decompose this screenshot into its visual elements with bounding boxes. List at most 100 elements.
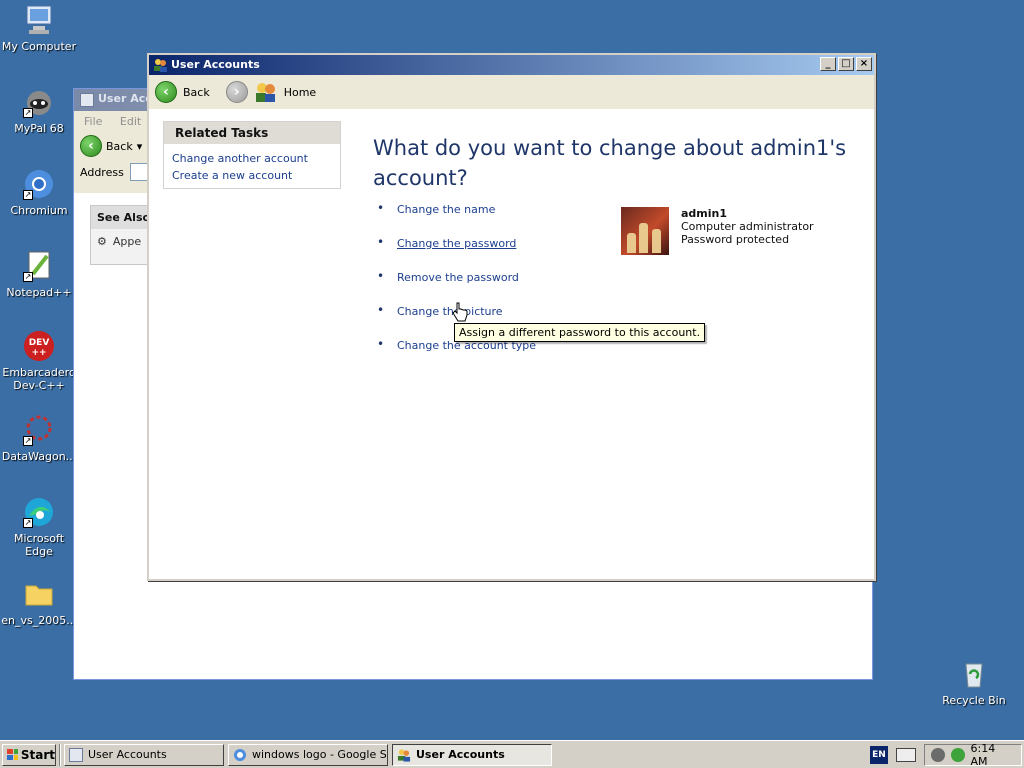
taskbar-item-google-search[interactable]: windows logo - Google S...	[228, 743, 388, 766]
notepad-plus-plus-icon: ↗	[23, 250, 55, 282]
start-button[interactable]: Start	[2, 743, 56, 766]
desktop-icon-label: Embarcadero Dev-C++	[2, 366, 76, 392]
desktop-icon-label: Chromium	[10, 204, 68, 217]
desktop-icon-datawagon[interactable]: ↗ DataWagon...	[0, 414, 78, 463]
account-name: admin1	[681, 207, 728, 220]
desktop-icon-vs2005[interactable]: en_vs_2005...	[0, 578, 78, 627]
desktop-icon-notepadpp[interactable]: ↗ Notepad++	[0, 250, 78, 299]
taskbar-item-user-accounts-2[interactable]: User Accounts	[392, 743, 552, 766]
shortcut-arrow-icon: ↗	[23, 436, 33, 446]
desktop-icon-edge[interactable]: ↗ Microsoft Edge	[0, 496, 78, 558]
close-button[interactable]: ×	[856, 57, 872, 71]
notification-area: EN 6:14 AM	[870, 742, 1022, 768]
window-titlebar[interactable]: User Accounts _ □ ×	[149, 55, 874, 75]
account-type: Computer administrator	[681, 220, 814, 233]
account-info: admin1 Computer administrator Password p…	[681, 207, 814, 255]
bullet-icon: •	[377, 269, 385, 283]
list-item: • Change the account type	[377, 337, 536, 373]
hand-cursor-icon	[452, 302, 468, 322]
datawagon-icon: ↗	[23, 414, 55, 446]
dropdown-arrow-icon[interactable]: ▾	[137, 140, 143, 153]
list-item: • Change the password	[377, 235, 536, 271]
shortcut-arrow-icon: ↗	[23, 190, 33, 200]
taskbar-item-label: User Accounts	[416, 748, 505, 761]
taskbar-item-user-accounts-1[interactable]: User Accounts	[64, 743, 224, 766]
window-controls: _ □ ×	[820, 57, 872, 71]
see-also-item-label: Appe	[112, 235, 142, 248]
options-list: • Change the name • Change the password • R…	[377, 201, 536, 373]
devcpp-icon: DEV ++	[23, 330, 55, 362]
window-title: User Accounts	[171, 58, 260, 71]
maximize-button[interactable]: □	[838, 57, 854, 71]
shortcut-arrow-icon: ↗	[23, 518, 33, 528]
list-item: • Remove the password	[377, 269, 536, 305]
menu-edit[interactable]: Edit	[120, 115, 141, 128]
back-button[interactable]: Back	[183, 86, 210, 99]
back-arrow-icon[interactable]: ‹	[80, 135, 102, 157]
list-item: • Change the name	[377, 201, 536, 237]
tooltip: Assign a different password to this acco…	[454, 323, 706, 342]
folder-icon	[23, 578, 55, 610]
related-tasks-title: Related Tasks	[164, 122, 340, 144]
desktop-icon-my-computer[interactable]: My Computer	[0, 4, 78, 53]
change-picture-link[interactable]: Change the picture	[397, 305, 503, 318]
home-button[interactable]: Home	[284, 86, 316, 99]
taskbar-item-label: User Accounts	[88, 748, 167, 761]
minimize-button[interactable]: _	[820, 57, 836, 71]
chromium-icon: ↗	[23, 168, 55, 200]
bullet-icon: •	[377, 201, 385, 215]
desktop-icon-label: Recycle Bin	[942, 694, 1006, 707]
shortcut-arrow-icon: ↗	[23, 108, 33, 118]
desktop-icon-label: Microsoft Edge	[13, 532, 65, 558]
related-tasks-panel: Related Tasks Change another account Cre…	[163, 121, 341, 189]
start-label: Start	[20, 747, 55, 762]
forward-arrow-icon[interactable]: ›	[225, 81, 248, 103]
edge-icon: ↗	[23, 496, 55, 528]
taskbar-item-label: windows logo - Google S...	[252, 748, 388, 761]
user-accounts-icon	[397, 748, 411, 762]
shortcut-arrow-icon: ↗	[23, 272, 33, 282]
windows-logo-icon	[7, 748, 18, 760]
create-new-account-link[interactable]: Create a new account	[172, 167, 332, 184]
my-computer-icon	[23, 4, 55, 36]
desktop-icon-label: My Computer	[1, 40, 77, 53]
menu-file[interactable]: File	[84, 115, 102, 128]
recycle-bin-icon	[958, 658, 990, 690]
taskbar-separator	[59, 743, 61, 766]
language-indicator[interactable]: EN	[870, 746, 888, 764]
svg-text:DEV: DEV	[29, 338, 50, 348]
user-accounts-window[interactable]: User Accounts _ □ × ‹ Back › Home Relate…	[147, 53, 876, 581]
bullet-icon: •	[377, 235, 385, 249]
desktop-icon-devcpp[interactable]: DEV ++ Embarcadero Dev-C++	[0, 330, 78, 392]
account-status: Password protected	[681, 233, 790, 246]
desktop-icon-label: en_vs_2005...	[1, 614, 77, 627]
desktop-icon-label: DataWagon...	[1, 450, 77, 463]
window-content: Related Tasks Change another account Cre…	[149, 109, 874, 579]
taskbar: Start User Accounts windows logo - Googl…	[0, 740, 1024, 768]
user-accounts-icon	[154, 59, 167, 72]
mypal-icon: ↗	[23, 86, 55, 118]
address-label: Address	[80, 165, 124, 179]
keyboard-icon[interactable]	[896, 748, 916, 762]
bullet-icon: •	[377, 303, 385, 317]
navigation-bar: ‹ Back › Home	[149, 75, 874, 109]
bullet-icon: •	[377, 337, 385, 351]
home-icon[interactable]	[254, 81, 278, 103]
back-arrow-icon[interactable]: ‹	[155, 81, 177, 103]
change-name-link[interactable]: Change the name	[397, 203, 495, 216]
tray-app-icon[interactable]	[931, 748, 945, 762]
appearance-icon: ⚙	[97, 235, 107, 248]
desktop-icon-label: Notepad++	[6, 286, 72, 299]
desktop-icon-recycle-bin[interactable]: Recycle Bin	[935, 658, 1013, 707]
desktop-icon-mypal[interactable]: ↗ MyPal 68	[0, 86, 78, 135]
window-app-icon	[80, 93, 94, 107]
desktop-icon-chromium[interactable]: ↗ Chromium	[0, 168, 78, 217]
back-label[interactable]: Back	[106, 140, 133, 153]
network-icon[interactable]	[950, 748, 965, 762]
remove-password-link[interactable]: Remove the password	[397, 271, 519, 284]
desktop-icon-label: MyPal 68	[14, 122, 64, 135]
svg-text:++: ++	[31, 348, 46, 358]
change-another-account-link[interactable]: Change another account	[172, 150, 332, 167]
clock[interactable]: 6:14 AM	[971, 742, 1015, 768]
change-password-link[interactable]: Change the password	[397, 237, 516, 250]
